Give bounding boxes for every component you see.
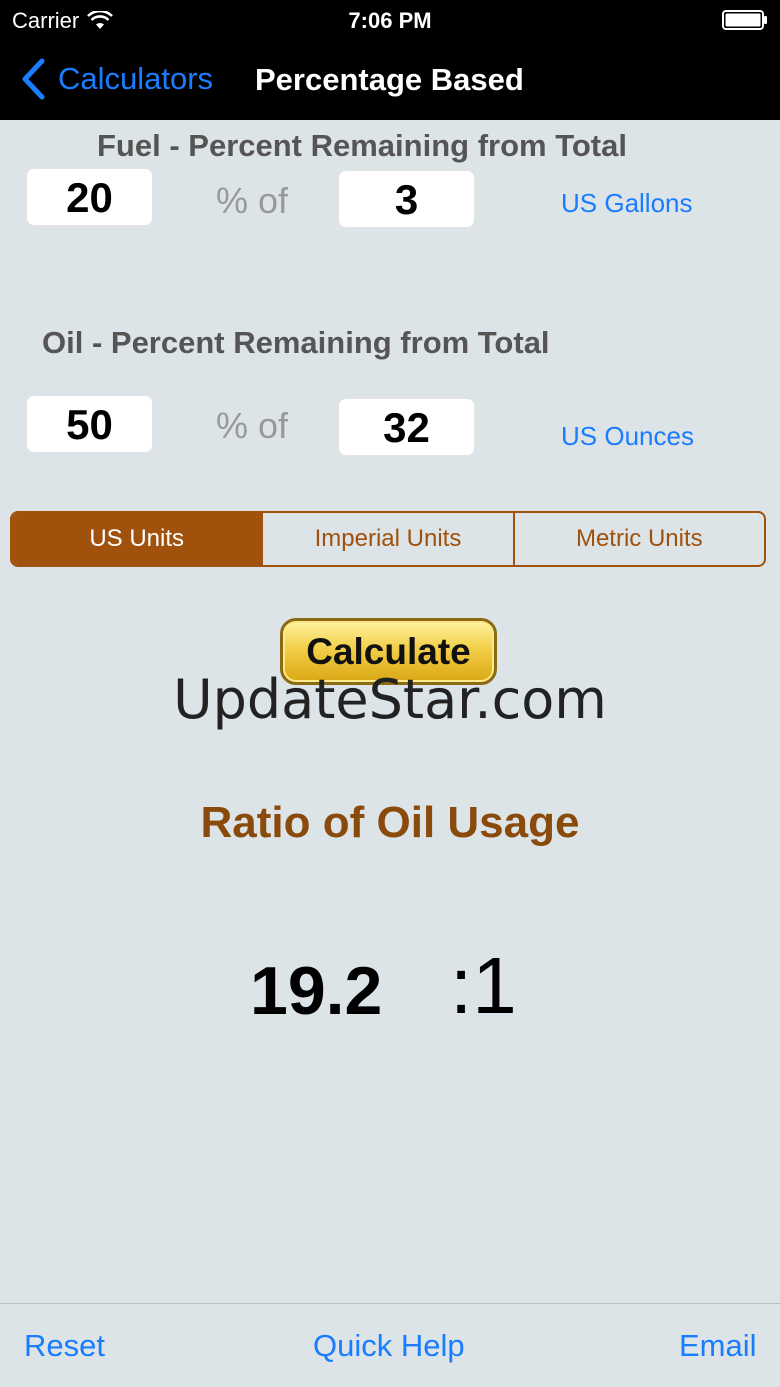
page-title: Percentage Based bbox=[255, 62, 524, 97]
navigation-bar: Calculators Percentage Based bbox=[0, 40, 780, 120]
bottom-toolbar: Reset Quick Help Email bbox=[0, 1303, 780, 1387]
reset-button[interactable]: Reset bbox=[24, 1328, 105, 1364]
oil-total-field[interactable]: 32 bbox=[338, 398, 475, 456]
segment-metric-units[interactable]: Metric Units bbox=[512, 513, 764, 565]
fuel-percent-of-label: % of bbox=[216, 180, 289, 221]
fuel-section-title: Fuel - Percent Remaining from Total bbox=[97, 128, 627, 163]
quick-help-button[interactable]: Quick Help bbox=[313, 1328, 465, 1364]
units-segmented-control: US Units Imperial Units Metric Units bbox=[10, 511, 766, 567]
oil-unit-label[interactable]: US Ounces bbox=[561, 421, 694, 452]
email-button[interactable]: Email bbox=[679, 1328, 757, 1364]
back-button-label: Calculators bbox=[58, 61, 214, 96]
result-value: 19.2 bbox=[250, 953, 383, 1029]
oil-percent-field[interactable]: 50 bbox=[26, 395, 153, 453]
battery-icon bbox=[722, 10, 767, 30]
watermark: UpdateStar.com bbox=[173, 668, 607, 731]
status-time: 7:06 PM bbox=[348, 8, 432, 33]
result-ratio: :1 bbox=[450, 941, 517, 1030]
fuel-percent-field[interactable]: 20 bbox=[26, 168, 153, 226]
status-bar: Carrier 7:06 PM bbox=[0, 0, 780, 40]
chevron-left-icon bbox=[22, 58, 45, 100]
result-title: Ratio of Oil Usage bbox=[200, 798, 580, 847]
back-button[interactable]: Calculators bbox=[20, 58, 213, 100]
fuel-unit-label[interactable]: US Gallons bbox=[561, 188, 693, 219]
segment-imperial-units[interactable]: Imperial Units bbox=[261, 513, 512, 565]
oil-percent-of-label: % of bbox=[216, 405, 289, 446]
fuel-total-field[interactable]: 3 bbox=[338, 170, 475, 228]
segment-us-units[interactable]: US Units bbox=[12, 513, 262, 565]
oil-section-title: Oil - Percent Remaining from Total bbox=[42, 325, 550, 360]
